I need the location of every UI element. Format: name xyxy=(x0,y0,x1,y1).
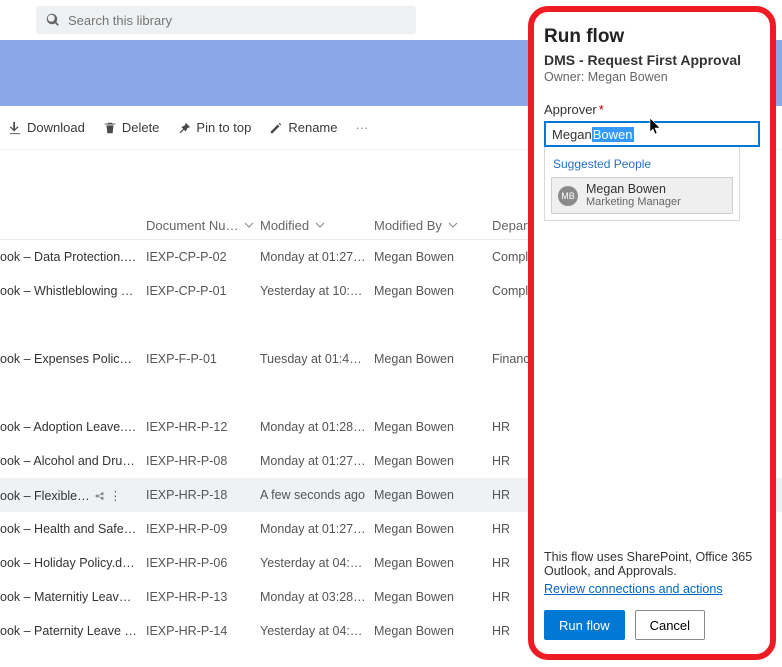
cell-docnum: IEXP-HR-P-12 xyxy=(146,420,260,434)
pin-label: Pin to top xyxy=(196,120,251,135)
cell-name: ook – Flexible… ⋮ xyxy=(0,488,146,503)
cell-modified: Monday at 03:28 PM xyxy=(260,590,374,604)
people-picker-dropdown: Suggested People MB Megan Bowen Marketin… xyxy=(544,147,740,221)
search-input[interactable] xyxy=(68,13,406,28)
suggested-people-heading: Suggested People xyxy=(553,157,733,171)
cell-modifiedby: Megan Bowen xyxy=(374,454,492,468)
col-modified-header[interactable]: Modified xyxy=(260,218,374,233)
cell-modifiedby: Megan Bowen xyxy=(374,352,492,366)
chevron-down-icon xyxy=(315,220,325,230)
col-docnum-label: Document Nu… xyxy=(146,218,238,233)
cell-name: ook – Whistleblowing Poli… xyxy=(0,284,146,298)
col-modifiedby-label: Modified By xyxy=(374,218,442,233)
cell-docnum: IEXP-HR-P-14 xyxy=(146,624,260,638)
delete-label: Delete xyxy=(122,120,160,135)
cell-modified: Monday at 01:27 PM xyxy=(260,522,374,536)
approver-input[interactable]: Megan Bowen xyxy=(544,121,760,147)
share-icon xyxy=(94,490,106,502)
cell-modified: Monday at 01:27 PM xyxy=(260,250,374,264)
chevron-down-icon xyxy=(244,220,254,230)
download-icon xyxy=(8,121,22,135)
flow-name: DMS - Request First Approval xyxy=(544,52,760,68)
rename-label: Rename xyxy=(288,120,337,135)
panel-title: Run flow xyxy=(544,26,760,48)
chevron-down-icon xyxy=(448,220,458,230)
suggested-person[interactable]: MB Megan Bowen Marketing Manager xyxy=(551,177,733,214)
cell-docnum: IEXP-HR-P-08 xyxy=(146,454,260,468)
download-label: Download xyxy=(27,120,85,135)
delete-button[interactable]: Delete xyxy=(103,120,160,135)
cell-modified: Monday at 01:27 PM xyxy=(260,454,374,468)
cell-name: ook – Paternity Leave and… xyxy=(0,624,146,638)
cell-name: ook – Data Protection.docx xyxy=(0,250,146,264)
cell-modifiedby: Megan Bowen xyxy=(374,624,492,638)
cell-modifiedby: Megan Bowen xyxy=(374,590,492,604)
approver-input-selection: Bowen xyxy=(592,127,634,142)
cancel-button[interactable]: Cancel xyxy=(635,610,705,640)
row-actions-button[interactable]: ⋮ xyxy=(106,489,122,503)
cell-docnum: IEXP-CP-P-02 xyxy=(146,250,260,264)
avatar: MB xyxy=(558,186,578,206)
cell-modified: A few seconds ago xyxy=(260,488,374,502)
cell-modified: Yesterday at 10:16 AM xyxy=(260,284,374,298)
search-icon xyxy=(46,13,60,27)
cell-name: ook – Health and Safety.d… xyxy=(0,522,146,536)
rename-icon xyxy=(269,121,283,135)
pin-button[interactable]: Pin to top xyxy=(177,120,251,135)
cell-name: ook – Expenses Policy and… xyxy=(0,352,146,366)
search-box[interactable] xyxy=(36,6,416,34)
cell-name: ook – Holiday Policy.docx xyxy=(0,556,146,570)
suggested-person-role: Marketing Manager xyxy=(586,196,681,209)
cell-name: ook – Alcohol and Drugs P… xyxy=(0,454,146,468)
cell-docnum: IEXP-CP-P-01 xyxy=(146,284,260,298)
cell-modified: Yesterday at 04:48 PM xyxy=(260,556,374,570)
suggested-person-name: Megan Bowen xyxy=(586,182,681,196)
cell-modified: Monday at 01:28 PM xyxy=(260,420,374,434)
col-modifiedby-header[interactable]: Modified By xyxy=(374,218,492,233)
cell-docnum: IEXP-F-P-01 xyxy=(146,352,260,366)
cell-docnum: IEXP-HR-P-18 xyxy=(146,488,260,502)
run-flow-button[interactable]: Run flow xyxy=(544,610,625,640)
cell-modifiedby: Megan Bowen xyxy=(374,556,492,570)
trash-icon xyxy=(103,121,117,135)
cell-docnum: IEXP-HR-P-06 xyxy=(146,556,260,570)
download-button[interactable]: Download xyxy=(8,120,85,135)
pin-icon xyxy=(177,121,191,135)
cell-modified: Tuesday at 01:42 PM xyxy=(260,352,374,366)
run-flow-panel: Run flow DMS - Request First Approval Ow… xyxy=(528,6,776,660)
cell-docnum: IEXP-HR-P-09 xyxy=(146,522,260,536)
flow-owner: Owner: Megan Bowen xyxy=(544,70,760,84)
cell-modifiedby: Megan Bowen xyxy=(374,522,492,536)
more-commands-button[interactable]: ··· xyxy=(355,120,368,135)
review-connections-link[interactable]: Review connections and actions xyxy=(544,582,723,596)
cell-modifiedby: Megan Bowen xyxy=(374,250,492,264)
col-docnum-header[interactable]: Document Nu… xyxy=(146,218,260,233)
col-department-label: Depart xyxy=(492,218,531,233)
cell-name: ook – Adoption Leave.docx xyxy=(0,420,146,434)
cell-modifiedby: Megan Bowen xyxy=(374,420,492,434)
col-modified-label: Modified xyxy=(260,218,309,233)
cell-modified: Yesterday at 04:47 PM xyxy=(260,624,374,638)
approver-label: Approver* xyxy=(544,102,760,117)
cell-docnum: IEXP-HR-P-13 xyxy=(146,590,260,604)
panel-footer: This flow uses SharePoint, Office 365 Ou… xyxy=(544,540,760,654)
rename-button[interactable]: Rename xyxy=(269,120,337,135)
cell-modifiedby: Megan Bowen xyxy=(374,488,492,502)
connections-text: This flow uses SharePoint, Office 365 Ou… xyxy=(544,550,760,578)
cell-name: ook – Maternitiy Leave an… xyxy=(0,590,146,604)
approver-input-text: Megan xyxy=(552,127,592,142)
cell-modifiedby: Megan Bowen xyxy=(374,284,492,298)
